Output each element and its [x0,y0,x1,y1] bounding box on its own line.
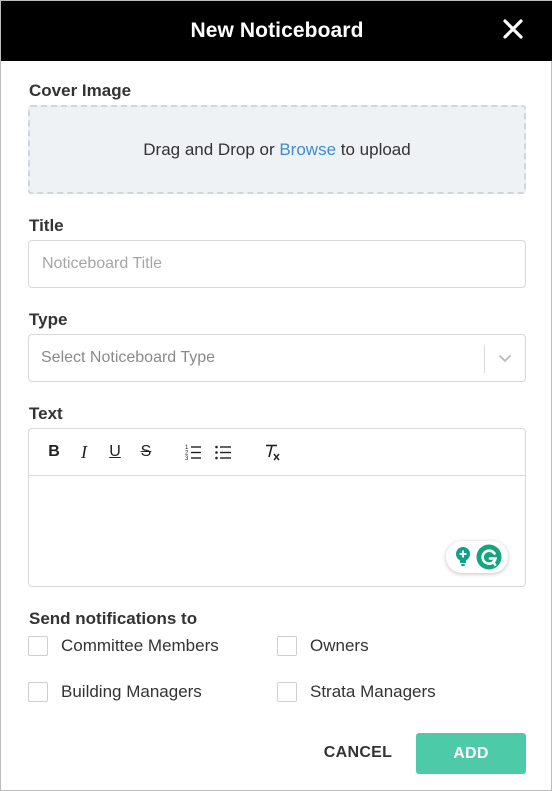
checkbox[interactable] [28,636,48,656]
cancel-button[interactable]: CANCEL [313,733,403,773]
title-label: Title [29,216,64,235]
checkbox-label: Owners [310,636,369,655]
rich-text-editor[interactable]: B I U S 1 2 3 [28,428,526,587]
cover-image-dropzone[interactable]: Drag and Drop or Browse to upload [28,105,526,194]
checkbox-building-managers[interactable]: Building Managers [28,682,202,702]
checkbox-label: Strata Managers [310,682,436,701]
type-select[interactable]: Select Noticeboard Type [28,334,526,382]
text-label: Text [29,404,63,423]
strikethrough-icon[interactable]: S [136,442,156,462]
svg-text:3: 3 [185,456,189,462]
notifications-label: Send notifications to [29,609,198,628]
checkbox-owners[interactable]: Owners [277,636,369,656]
modal-header: New Noticeboard [1,1,552,61]
bold-icon[interactable]: B [44,442,64,462]
dropzone-text-after: to upload [336,139,411,159]
checkbox[interactable] [28,682,48,702]
title-input[interactable] [28,240,526,288]
dropzone-text-before: Drag and Drop or [143,139,280,159]
italic-icon[interactable]: I [74,442,94,462]
checkbox[interactable] [277,636,297,656]
close-icon[interactable] [501,17,525,41]
checkbox-committee-members[interactable]: Committee Members [28,636,219,656]
browse-link[interactable]: Browse [279,140,336,160]
checkbox-strata-managers[interactable]: Strata Managers [277,682,436,702]
grammarly-icon[interactable] [476,544,502,570]
modal-title: New Noticeboard [190,19,364,42]
type-select-placeholder: Select Noticeboard Type [41,349,216,366]
chevron-down-icon[interactable] [497,350,513,366]
type-label: Type [29,310,68,329]
add-button[interactable]: ADD [416,733,526,774]
cover-image-label: Cover Image [29,81,132,100]
bullet-list-icon[interactable] [213,442,233,462]
checkbox[interactable] [277,682,297,702]
checkbox-label: Building Managers [61,682,202,701]
new-noticeboard-modal: New Noticeboard Cover Image Drag and Dro… [0,0,552,791]
checkbox-label: Committee Members [61,636,219,655]
ordered-list-icon[interactable]: 1 2 3 [183,442,203,462]
select-separator [484,345,485,373]
editor-toolbar: B I U S 1 2 3 [29,429,525,476]
grammarly-widget[interactable] [446,541,508,573]
lightbulb-icon[interactable] [453,546,473,568]
clear-format-icon[interactable] [262,442,282,462]
underline-icon[interactable]: U [105,442,125,462]
